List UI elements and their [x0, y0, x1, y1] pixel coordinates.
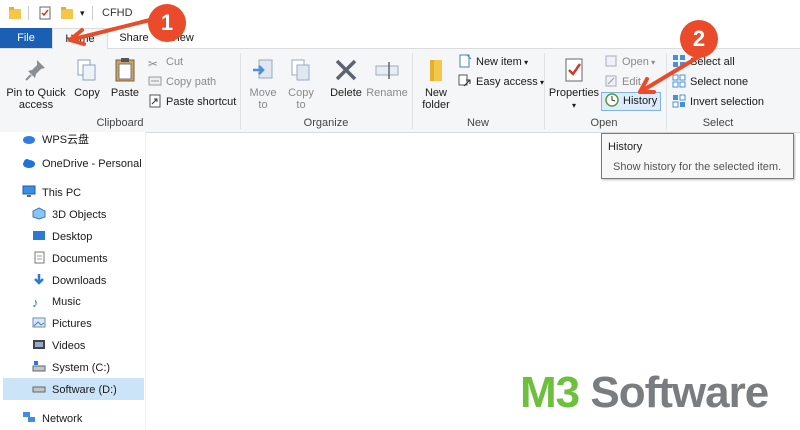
music-note-icon: ♪: [32, 295, 39, 310]
edit-button[interactable]: Edit: [604, 73, 641, 91]
drive-icon: [32, 386, 46, 393]
easy-access-button[interactable]: Easy access ▾: [458, 73, 544, 91]
copy-button[interactable]: Copy: [70, 57, 104, 99]
sidebar-item-pictures[interactable]: Pictures: [32, 314, 92, 334]
step-1-badge: 1: [148, 4, 186, 42]
sidebar-item-videos[interactable]: Videos: [32, 336, 85, 356]
easy-access-icon: [458, 74, 471, 87]
properties-icon[interactable]: [38, 6, 52, 20]
tooltip-title: History: [608, 141, 643, 153]
network-icon: [23, 412, 35, 422]
download-arrow-icon: [34, 274, 44, 285]
invert-selection-icon: [672, 94, 686, 108]
new-item-button[interactable]: New item ▾: [458, 53, 528, 71]
paste-label: Paste: [110, 87, 140, 99]
customize-qat-icon[interactable]: ▾: [80, 8, 85, 19]
paste-shortcut-button[interactable]: Paste shortcut: [148, 93, 236, 111]
onedrive-cloud-icon: [23, 159, 35, 168]
move-to-icon: [253, 59, 273, 79]
pin-to-quick-access-button[interactable]: Pin to Quick access: [4, 57, 68, 111]
sidebar-item-network[interactable]: Network: [22, 409, 82, 429]
copy-icon: [77, 59, 96, 81]
sidebar-item-music[interactable]: ♪ Music: [32, 292, 81, 312]
organize-group-label: Organize: [303, 117, 349, 129]
scissors-icon: ✂: [148, 57, 159, 71]
step-2-badge: 2: [680, 20, 718, 58]
computer-icon: [22, 185, 36, 197]
open-button[interactable]: Open ▾: [604, 53, 655, 71]
new-group-label: New: [466, 117, 489, 129]
history-tooltip: History Show history for the selected it…: [601, 133, 794, 179]
select-none-button[interactable]: Select none: [672, 73, 748, 91]
watermark-software: Software: [579, 368, 769, 417]
system-drive-icon: [32, 361, 46, 372]
new-item-icon: [459, 54, 472, 68]
select-none-icon: [672, 74, 686, 88]
cut-button[interactable]: ✂ Cut: [148, 53, 183, 71]
rename-icon: [375, 62, 399, 79]
cloud-icon: [23, 136, 35, 144]
tooltip-body: Show history for the selected item.: [613, 161, 782, 173]
new-folder-icon[interactable]: [60, 6, 74, 20]
pictures-icon: [32, 317, 46, 328]
sidebar-item-wps-cloud[interactable]: WPS云盘: [22, 130, 89, 150]
select-group-label: Select: [702, 117, 734, 129]
sidebar-item-3d-objects[interactable]: 3D Objects: [32, 205, 106, 225]
history-button[interactable]: History: [601, 92, 662, 111]
history-clock-icon: [605, 93, 619, 107]
tab-file[interactable]: File: [0, 28, 52, 48]
paste-button[interactable]: Paste: [108, 57, 142, 99]
documents-icon: [34, 251, 45, 264]
delete-x-icon: [335, 59, 357, 81]
open-icon: [605, 55, 617, 67]
tab-home[interactable]: Home: [52, 28, 108, 50]
pin-icon: [25, 60, 45, 81]
sidebar-item-system-c[interactable]: System (C:): [32, 358, 110, 378]
m3-software-watermark: M3 Software: [520, 368, 769, 418]
edit-icon: [605, 75, 617, 87]
copy-label: Copy: [74, 87, 100, 99]
folder-icon: [9, 7, 21, 19]
properties-icon: [565, 58, 583, 82]
paste-icon: [115, 58, 135, 82]
move-to-button[interactable]: Move to: [246, 57, 280, 111]
sidebar-item-downloads[interactable]: Downloads: [32, 271, 106, 291]
ribbon-home: Pin to Quick access Copy Paste ✂ Cut Copy…: [0, 49, 800, 133]
copy-path-icon: [148, 76, 162, 86]
paste-shortcut-icon: [149, 94, 161, 108]
sidebar-item-onedrive[interactable]: OneDrive - Personal: [22, 154, 142, 174]
cube-icon: [32, 207, 46, 220]
new-folder-icon: [430, 60, 442, 81]
window-title: CFHD: [102, 7, 133, 19]
open-group-label: Open: [590, 117, 618, 129]
copy-to-button[interactable]: Copy to: [284, 57, 318, 111]
sidebar-item-desktop[interactable]: Desktop: [32, 227, 92, 247]
new-folder-button[interactable]: New folder: [416, 57, 456, 111]
sidebar-item-documents[interactable]: Documents: [32, 249, 108, 269]
clipboard-group-label: Clipboard: [96, 117, 144, 129]
select-all-icon: [673, 55, 685, 67]
sidebar-item-this-pc[interactable]: This PC: [22, 183, 81, 203]
invert-selection-button[interactable]: Invert selection: [672, 93, 764, 111]
copy-path-button[interactable]: Copy path: [148, 73, 216, 91]
copy-to-icon: [291, 59, 310, 81]
desktop-icon: [33, 231, 45, 240]
properties-button[interactable]: Properties ▾: [548, 57, 600, 112]
sidebar-item-software-d[interactable]: Software (D:): [32, 380, 117, 400]
rename-button[interactable]: Rename: [366, 57, 408, 99]
pin-label: Pin to Quick access: [6, 87, 66, 111]
delete-button[interactable]: Delete: [328, 57, 364, 99]
watermark-m3: M3: [520, 368, 580, 417]
videos-icon: [33, 340, 45, 349]
quick-access-toolbar: ▾ CFHD: [0, 0, 800, 28]
